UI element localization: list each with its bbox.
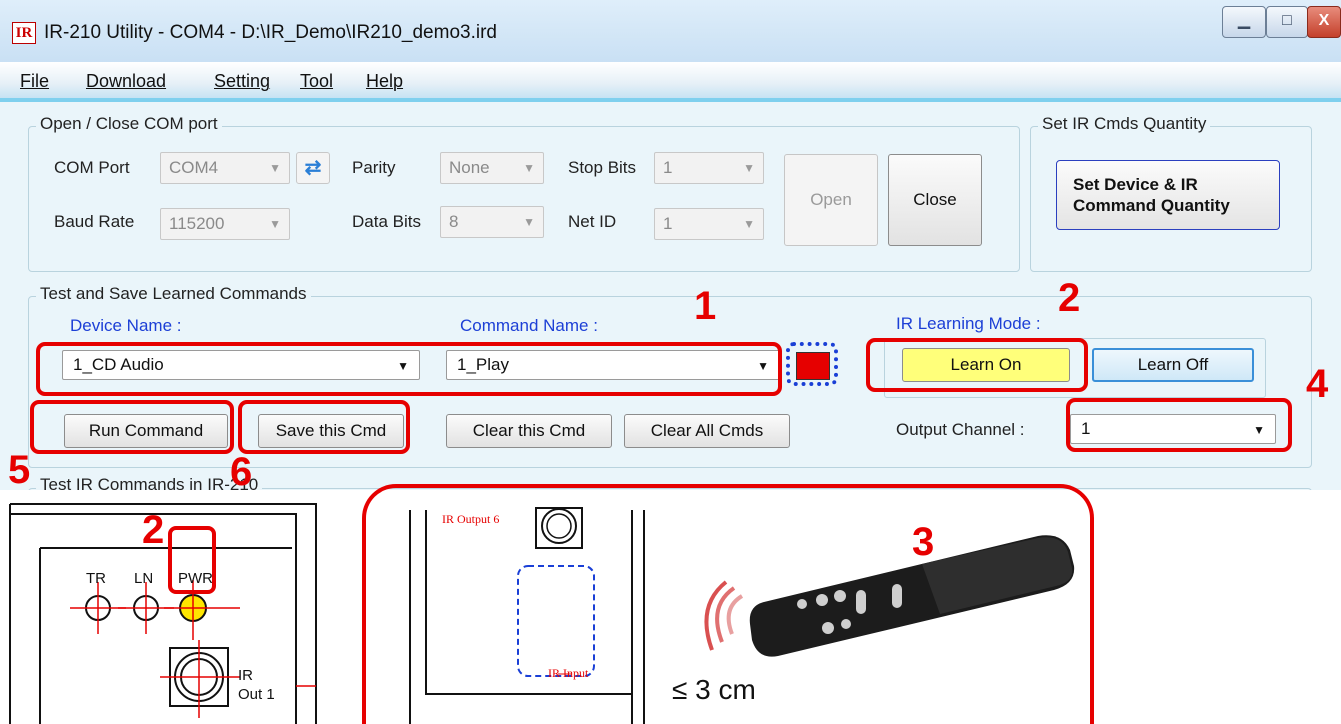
ir-learning-mode-label: IR Learning Mode : — [896, 314, 1041, 333]
callout-number-6: 6 — [230, 450, 253, 494]
parity-value: None — [449, 158, 490, 177]
set-quantity-line1: Set Device & IR — [1073, 175, 1198, 194]
device-outline-drawing — [9, 503, 317, 724]
parity-select[interactable]: None ▼ — [440, 152, 544, 184]
chevron-down-icon: ▼ — [269, 217, 281, 231]
com-port-label: COM Port — [54, 158, 130, 177]
test-group-title: Test IR Commands in IR-210 — [36, 475, 263, 490]
distance-label: ≤ 3 cm — [672, 674, 756, 705]
chevron-down-icon: ▼ — [523, 161, 535, 175]
command-name-label: Command Name : — [460, 316, 598, 335]
data-bits-label: Data Bits — [352, 212, 421, 231]
parity-label: Parity — [352, 158, 396, 177]
baud-rate-select[interactable]: 115200 ▼ — [160, 208, 290, 240]
chevron-down-icon: ▼ — [269, 161, 281, 175]
ir-learning-area: IR Output 6 IR Input ≤ 3 cm 3 — [362, 484, 1094, 724]
com-port-value: COM4 — [169, 158, 219, 177]
set-quantity-button[interactable]: Set Device & IR Command Quantity — [1056, 160, 1280, 230]
callout-number-5: 5 — [8, 448, 31, 492]
com-port-group-title: Open / Close COM port — [36, 114, 222, 134]
ir-out1-label: IR Out 1 — [238, 666, 275, 704]
callout-box-5 — [30, 400, 234, 454]
window-title: IR-210 Utility - COM4 - D:\IR_Demo\IR210… — [44, 22, 497, 43]
ln-led-label: LN — [134, 570, 154, 587]
callout-number-2: 2 — [1058, 276, 1081, 320]
stop-bits-label: Stop Bits — [568, 158, 637, 177]
clear-cmd-button[interactable]: Clear this Cmd — [446, 414, 612, 448]
menu-file[interactable]: File — [20, 71, 49, 92]
tr-led-label: TR — [86, 570, 106, 587]
pwr-callout-box — [168, 526, 216, 594]
app-icon: IR — [12, 22, 36, 44]
set-quantity-line2: Command Quantity — [1073, 196, 1230, 215]
menu-setting[interactable]: Setting — [214, 71, 270, 92]
learn-group-title: Test and Save Learned Commands — [36, 284, 311, 304]
baud-rate-value: 115200 — [169, 214, 225, 233]
maximize-button[interactable]: □ — [1266, 6, 1308, 38]
minimize-button[interactable]: ▁ — [1222, 6, 1266, 38]
callout-box-2 — [866, 338, 1088, 392]
ir-remote-icon — [718, 520, 719, 521]
callout-box-4 — [1066, 398, 1292, 452]
open-port-button[interactable]: Open — [784, 154, 878, 246]
clear-all-cmds-button[interactable]: Clear All Cmds — [624, 414, 790, 448]
menu-download[interactable]: Download — [86, 71, 166, 92]
net-id-value: 1 — [663, 214, 673, 233]
callout-box-6 — [238, 400, 410, 454]
data-bits-select[interactable]: 8 ▼ — [440, 206, 544, 238]
close-port-button[interactable]: Close — [888, 154, 982, 246]
ir-output6-label: IR Output 6 — [442, 512, 500, 526]
data-bits-value: 8 — [449, 212, 459, 231]
net-id-select[interactable]: 1 ▼ — [654, 208, 764, 240]
learn-status-indicator — [796, 352, 830, 380]
refresh-ports-button[interactable]: ⇄ — [296, 152, 330, 184]
callout-box-1 — [36, 342, 782, 396]
menu-bar: File Download Setting Tool Help — [0, 62, 1341, 102]
title-bar: IR IR-210 Utility - COM4 - D:\IR_Demo\IR… — [0, 0, 1341, 62]
callout-number-3: 3 — [912, 520, 935, 564]
stop-bits-select[interactable]: 1 ▼ — [654, 152, 764, 184]
device-led-diagram: TR LN PWR IR Out 1 2 — [0, 490, 340, 724]
com-port-select[interactable]: COM4 ▼ — [160, 152, 290, 184]
refresh-icon: ⇄ — [304, 157, 322, 179]
net-id-label: Net ID — [568, 212, 617, 231]
menu-tool[interactable]: Tool — [300, 71, 333, 92]
baud-rate-label: Baud Rate — [54, 212, 135, 231]
chevron-down-icon: ▼ — [743, 161, 755, 175]
chevron-down-icon: ▼ — [743, 217, 755, 231]
ir-out1-label-line1: IR — [238, 667, 253, 684]
callout-number-2b: 2 — [142, 508, 165, 552]
chevron-down-icon: ▼ — [523, 215, 535, 229]
menu-help[interactable]: Help — [366, 71, 403, 92]
stop-bits-value: 1 — [663, 158, 673, 177]
ir-input-label: IR Input — [548, 666, 589, 680]
ir-out1-label-line2: Out 1 — [238, 686, 275, 703]
close-window-button[interactable]: X — [1307, 6, 1341, 38]
device-name-label: Device Name : — [70, 316, 182, 335]
cmd-quantity-group-title: Set IR Cmds Quantity — [1038, 114, 1211, 134]
output-channel-label: Output Channel : — [896, 420, 1025, 439]
callout-number-1: 1 — [694, 284, 717, 328]
callout-number-4: 4 — [1306, 362, 1329, 406]
learn-off-button[interactable]: Learn Off — [1092, 348, 1254, 382]
